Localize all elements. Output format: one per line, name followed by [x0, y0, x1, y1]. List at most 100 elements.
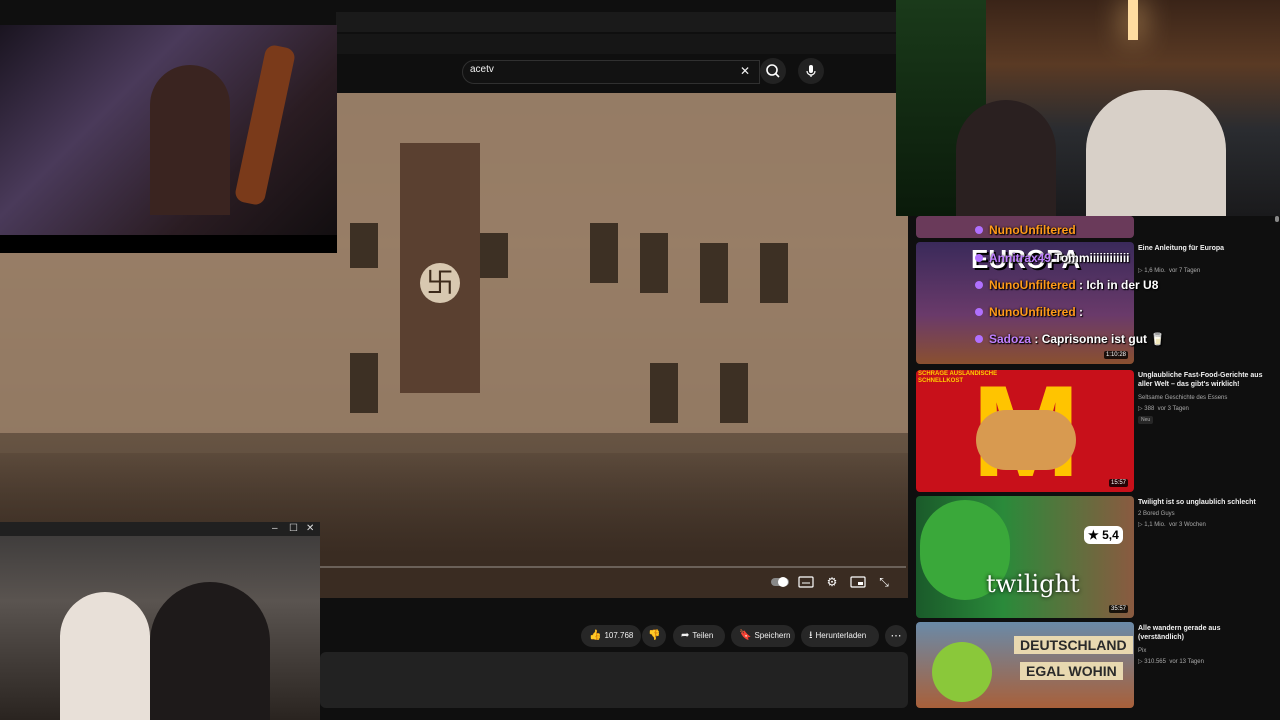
video-meta: ▷ 388 vor 3 Tagen: [1138, 405, 1268, 413]
more-button[interactable]: ⋯: [885, 625, 907, 647]
upload-age: vor 13 Tagen: [1169, 659, 1204, 665]
video-title[interactable]: Eine Anleitung für Europa: [1138, 244, 1268, 253]
thumbs-up-icon: 👍: [589, 630, 602, 641]
autoplay-toggle-icon[interactable]: [770, 574, 790, 590]
chat-user: NunoUnfiltered: [989, 305, 1076, 319]
video-frame-window: [640, 233, 668, 293]
channel-name[interactable]: Seltsame Geschichte des Essens: [1138, 394, 1268, 402]
chat-user: NunoUnfiltered: [989, 278, 1076, 292]
chat-badge-icon: [975, 226, 983, 234]
thumbnail-text: twilight: [986, 570, 1080, 598]
video-frame-window: [350, 353, 378, 413]
video-thumbnail[interactable]: DEUTSCHLAND EGAL WOHIN: [916, 622, 1134, 708]
download-icon: ⭳: [809, 630, 813, 641]
webcam-streamer-topleft: [0, 25, 337, 253]
channel-name[interactable]: 2 Bored Guys: [1138, 510, 1268, 518]
chat-badge-icon: [975, 281, 983, 289]
thumbnail-rating: ★ 5,4: [1084, 526, 1123, 544]
chat-user: Sadoza: [989, 332, 1032, 346]
chat-message: NunoUnfiltered: [975, 223, 1076, 237]
close-icon[interactable]: ✕: [306, 523, 314, 535]
save-label: Speichern: [754, 631, 791, 640]
chat-user: Annitrax49: [989, 251, 1052, 265]
chat-message: NunoUnfiltered :: [975, 305, 1083, 319]
maximize-icon[interactable]: ☐: [289, 523, 298, 535]
view-count: 388: [1144, 406, 1155, 412]
chat-message: NunoUnfiltered : Ich in der U8: [975, 278, 1158, 292]
video-title[interactable]: Twilight ist so unglaublich schlecht: [1138, 498, 1268, 507]
minimize-icon[interactable]: –: [272, 523, 278, 535]
miniplayer-icon[interactable]: [848, 574, 868, 590]
rating-value: 5,4: [1102, 528, 1119, 542]
search-input-value: acetv: [470, 64, 494, 75]
webcam-person: [150, 582, 270, 720]
thumbnail-character: [932, 642, 992, 702]
description-box[interactable]: [320, 652, 908, 708]
video-meta: ▷ 1,1 Mio. vor 3 Wochen: [1138, 521, 1268, 529]
video-frame-window: [760, 243, 788, 303]
webcam-streamers-bottomleft: – ☐ ✕: [0, 522, 320, 720]
close-icon[interactable]: ✕: [740, 64, 750, 78]
video-title[interactable]: Alle wandern gerade aus (verständlich): [1138, 624, 1268, 642]
search-icon: [766, 64, 780, 78]
video-meta: ▷ 1,6 Mio. vor 7 Tagen: [1138, 267, 1268, 275]
search-input[interactable]: [462, 60, 760, 84]
view-count: 310.565: [1144, 659, 1166, 665]
chat-text: Tommiiiiiiiiiiii: [1054, 251, 1130, 265]
thumbs-down-icon: 👎: [648, 630, 661, 641]
download-button[interactable]: ⭳ Herunterladen: [801, 625, 879, 647]
chat-badge-icon: [975, 254, 983, 262]
chat-message: Annitrax49 Tommiiiiiiiiiiii: [975, 251, 1130, 265]
video-frame-window: [590, 223, 618, 283]
chat-text: Caprisonne ist gut 🥛: [1041, 332, 1166, 346]
bookmark-icon: 🔖: [739, 630, 752, 641]
dislike-button[interactable]: 👎: [642, 625, 666, 647]
video-thumbnail[interactable]: SCHRÄGE AUSLÄNDISCHE SCHNELLKOST M 15:57: [916, 370, 1134, 492]
video-frame-window: [700, 243, 728, 303]
search-button[interactable]: [760, 58, 786, 84]
header-band: [336, 34, 896, 54]
webcam-person: [60, 592, 150, 720]
channel-name[interactable]: Pix: [1138, 647, 1268, 655]
video-meta: ▷ 310.565 vor 13 Tagen: [1138, 658, 1268, 666]
mic-icon: [806, 65, 816, 77]
share-label: Teilen: [692, 631, 714, 640]
share-button[interactable]: ➦ Teilen: [673, 625, 725, 647]
video-frame-window: [650, 363, 678, 423]
video-duration: 35:57: [1108, 605, 1128, 613]
video-frame-window: [480, 233, 508, 278]
save-button[interactable]: 🔖 Speichern: [731, 625, 795, 647]
chat-text: Ich in der U8: [1086, 278, 1159, 292]
video-frame-window: [350, 223, 378, 268]
webcam-person: [956, 100, 1056, 216]
thumbnail-sign: EGAL WOHIN: [1020, 662, 1123, 680]
webcam-guitar: [233, 43, 297, 207]
video-thumbnail[interactable]: ★ 5,4 twilight 35:57: [916, 496, 1134, 618]
more-icon: ⋯: [890, 630, 902, 642]
view-count: 1,1 Mio.: [1144, 522, 1166, 528]
sidebar-scrollbar[interactable]: [1275, 216, 1279, 222]
video-duration: 1:10:28: [1103, 351, 1128, 359]
upload-age: vor 7 Tagen: [1168, 268, 1201, 274]
webcam-lamp: [1128, 0, 1138, 40]
header-band: [336, 12, 896, 32]
video-frame-emblem: 卐: [420, 263, 460, 303]
view-count: 1,6 Mio.: [1144, 268, 1166, 274]
webcam-streamers-topright: [896, 0, 1280, 216]
video-title[interactable]: Unglaubliche Fast-Food-Gerichte aus alle…: [1138, 371, 1268, 389]
mic-button[interactable]: [798, 58, 824, 84]
settings-icon[interactable]: ⚙: [822, 574, 842, 590]
share-icon: ➦: [681, 630, 690, 641]
new-badge: Neu: [1138, 416, 1154, 424]
chat-message: Sadoza : Caprisonne ist gut 🥛: [975, 332, 1165, 346]
download-label: Herunterladen: [815, 631, 867, 640]
like-count: 107.768: [604, 631, 634, 640]
webcam-person: [150, 65, 230, 215]
fullscreen-icon[interactable]: ⤡: [874, 574, 894, 590]
chat-badge-icon: [975, 335, 983, 343]
subtitles-icon[interactable]: [796, 574, 816, 590]
upload-age: vor 3 Wochen: [1168, 522, 1206, 528]
like-button[interactable]: 👍 107.768: [581, 625, 641, 647]
video-duration: 15:57: [1108, 479, 1128, 487]
webcam-person: [1086, 90, 1226, 216]
